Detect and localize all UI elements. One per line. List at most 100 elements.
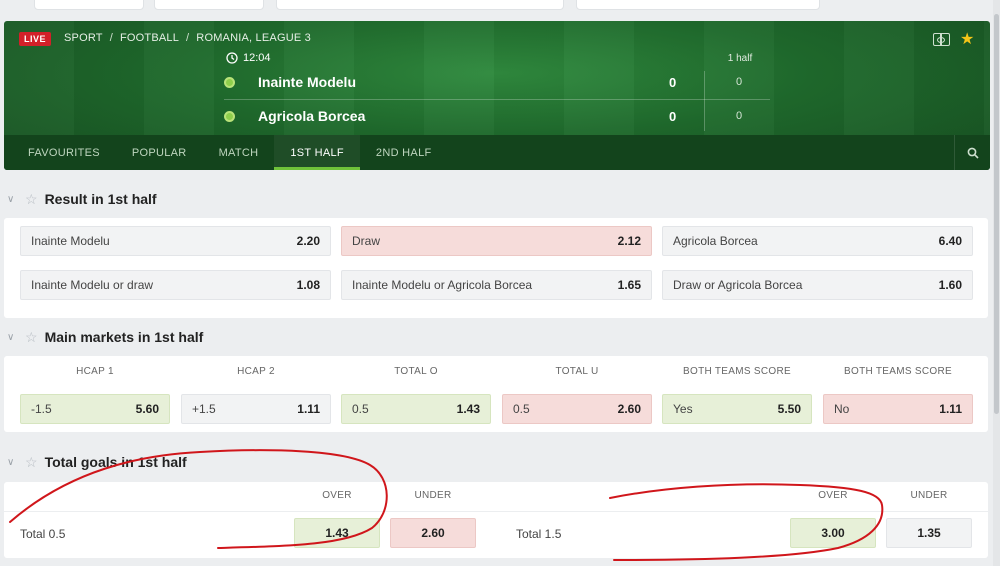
star-outline-icon[interactable]: ☆ — [25, 191, 38, 208]
odd-button[interactable]: -1.5 5.60 — [20, 394, 170, 424]
search-icon — [967, 147, 979, 159]
column-header: BOTH TEAMS SCORE — [844, 366, 952, 377]
odd-value: 1.65 — [617, 278, 641, 292]
result-card: Inainte Modelu 2.20 Draw 2.12 Agricola Bor… — [4, 218, 988, 318]
total-row-label: Total 0.5 — [20, 527, 66, 541]
top-pill[interactable] — [576, 0, 820, 10]
period-label: 1 half — [727, 53, 753, 64]
live-badge: LIVE — [19, 32, 52, 46]
odd-value: 1.43 — [456, 402, 480, 416]
odd-label: 0.5 — [352, 402, 369, 416]
odd-value: 2.20 — [296, 234, 320, 248]
team-indicator-icon — [224, 110, 235, 122]
section-title: Total goals in 1st half — [44, 454, 187, 470]
breadcrumb-sport[interactable]: SPORT — [64, 32, 103, 44]
star-outline-icon[interactable]: ☆ — [25, 329, 38, 346]
odd-label: Yes — [673, 402, 693, 416]
tab-2nd-half[interactable]: 2ND HALF — [360, 135, 448, 170]
odd-label: -1.5 — [31, 402, 52, 416]
odd-button[interactable]: Yes 5.50 — [662, 394, 812, 424]
column-header-under: UNDER — [910, 490, 948, 501]
odd-value: 6.40 — [938, 234, 962, 248]
search-button[interactable] — [954, 135, 990, 170]
team-indicator-icon — [224, 76, 235, 88]
tab-favourites[interactable]: FAVOURITES — [4, 135, 116, 170]
chevron-down-icon[interactable]: ∨ — [7, 332, 17, 343]
team-half-score: 0 — [736, 76, 743, 88]
odd-button[interactable]: Agricola Borcea 6.40 — [662, 226, 973, 256]
odd-button[interactable]: Inainte Modelu or Agricola Borcea 1.65 — [341, 270, 652, 300]
odd-value: 2.12 — [617, 234, 641, 248]
top-strip — [0, 0, 1000, 12]
top-pill[interactable] — [34, 0, 144, 10]
match-header: LIVE SPORT / FOOTBALL / ROMANIA, LEAGUE 3 12… — [4, 21, 990, 170]
over-odd-button[interactable]: 1.43 — [294, 518, 380, 548]
column-header: TOTAL O — [394, 366, 438, 377]
odd-button[interactable]: 0.5 1.43 — [341, 394, 491, 424]
column-header-over: OVER — [322, 490, 352, 501]
odd-value: 2.60 — [617, 402, 641, 416]
odd-button[interactable]: 0.5 2.60 — [502, 394, 652, 424]
section-title: Main markets in 1st half — [44, 329, 204, 345]
star-outline-icon[interactable]: ☆ — [25, 454, 38, 471]
over-odd-button[interactable]: 3.00 — [790, 518, 876, 548]
match-time: 12:04 — [243, 52, 271, 64]
tab-match[interactable]: MATCH — [203, 135, 275, 170]
top-pill[interactable] — [276, 0, 564, 10]
team-name: Agricola Borcea — [258, 108, 366, 124]
section-header-result[interactable]: ∨ ☆ Result in 1st half — [0, 188, 157, 210]
clock-icon — [226, 52, 238, 64]
scrollbar[interactable] — [993, 0, 1000, 566]
chevron-down-icon[interactable]: ∨ — [7, 457, 17, 468]
odd-value: 1.60 — [938, 278, 962, 292]
odd-value: 5.50 — [777, 402, 801, 416]
tab-popular[interactable]: POPULAR — [116, 135, 203, 170]
odd-label: Inainte Modelu or Agricola Borcea — [352, 278, 533, 292]
section-header-total-goals[interactable]: ∨ ☆ Total goals in 1st half — [0, 451, 187, 473]
scrollbar-thumb[interactable] — [994, 14, 999, 414]
breadcrumb-league[interactable]: ROMANIA, LEAGUE 3 — [196, 32, 311, 44]
match-clock: 12:04 — [226, 52, 271, 64]
breadcrumb-football[interactable]: FOOTBALL — [120, 32, 179, 44]
column-header: HCAP 2 — [237, 366, 275, 377]
odd-button[interactable]: +1.5 1.11 — [181, 394, 331, 424]
odd-button[interactable]: No 1.11 — [823, 394, 973, 424]
column-header: BOTH TEAMS SCORE — [683, 366, 791, 377]
odd-button[interactable]: Inainte Modelu or draw 1.08 — [20, 270, 331, 300]
breadcrumb: SPORT / FOOTBALL / ROMANIA, LEAGUE 3 — [64, 32, 311, 44]
section-title: Result in 1st half — [44, 191, 157, 207]
team-name: Inainte Modelu — [258, 74, 356, 90]
odd-button[interactable]: Inainte Modelu 2.20 — [20, 226, 331, 256]
under-odd-button[interactable]: 2.60 — [390, 518, 476, 548]
odd-label: 0.5 — [513, 402, 530, 416]
column-header-over: OVER — [818, 490, 848, 501]
column-header: HCAP 1 — [76, 366, 114, 377]
total-goals-card: OVER UNDER OVER UNDER Total 0.5 1.43 2.6… — [4, 482, 988, 558]
team-score: 0 — [669, 108, 677, 124]
odd-value: 5.60 — [135, 402, 159, 416]
odd-value: 1.11 — [297, 402, 320, 416]
chevron-down-icon[interactable]: ∨ — [7, 194, 17, 205]
odd-label: Inainte Modelu or draw — [31, 278, 154, 292]
under-odd-button[interactable]: 1.35 — [886, 518, 972, 548]
team-home: Inainte Modelu 0 0 — [224, 71, 742, 93]
odd-button[interactable]: Draw 2.12 — [341, 226, 652, 256]
odd-label: No — [834, 402, 850, 416]
top-pill[interactable] — [154, 0, 264, 10]
pitch-icon[interactable] — [933, 33, 950, 46]
odd-label: Draw — [352, 234, 381, 248]
odd-label: Inainte Modelu — [31, 234, 110, 248]
odd-button[interactable]: Draw or Agricola Borcea 1.60 — [662, 270, 973, 300]
tab-1st-half[interactable]: 1ST HALF — [274, 135, 360, 170]
team-half-score: 0 — [736, 110, 743, 122]
odd-label: +1.5 — [192, 402, 216, 416]
main-markets-card: HCAP 1 HCAP 2 TOTAL O TOTAL U BOTH TEAMS… — [4, 356, 988, 432]
total-row-label: Total 1.5 — [516, 527, 562, 541]
star-icon[interactable]: ★ — [960, 29, 974, 49]
odd-label: Draw or Agricola Borcea — [673, 278, 803, 292]
divider — [704, 71, 705, 131]
column-header: TOTAL U — [555, 366, 599, 377]
market-tabs: FAVOURITES POPULAR MATCH 1ST HALF 2ND HA… — [4, 135, 990, 170]
divider — [4, 511, 988, 512]
section-header-main-markets[interactable]: ∨ ☆ Main markets in 1st half — [0, 326, 203, 348]
